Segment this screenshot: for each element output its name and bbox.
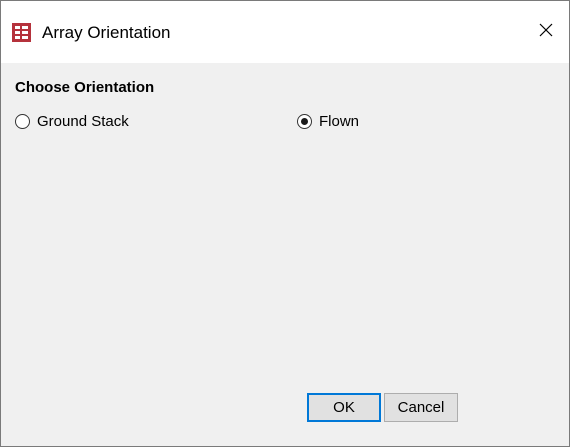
radio-label-flown[interactable]: Flown	[319, 113, 359, 130]
window-title: Array Orientation	[42, 23, 171, 42]
choose-orientation-label: Choose Orientation	[15, 79, 155, 96]
dialog-content: Choose Orientation Ground Stack Flown OK…	[1, 63, 569, 446]
radio-flown[interactable]: Flown	[297, 113, 359, 130]
app-window-icon	[12, 23, 31, 42]
title-bar: Array Orientation	[1, 1, 569, 63]
cancel-button[interactable]: Cancel	[384, 393, 458, 422]
array-orientation-dialog: Array Orientation Choose Orientation Gro…	[0, 0, 570, 447]
close-icon	[539, 23, 553, 42]
radio-ground-stack[interactable]: Ground Stack	[15, 113, 129, 130]
radio-circle-selected[interactable]	[297, 114, 312, 129]
close-button[interactable]	[523, 11, 569, 53]
radio-label-ground-stack[interactable]: Ground Stack	[37, 113, 129, 130]
radio-selected-dot	[301, 118, 308, 125]
ok-button[interactable]: OK	[307, 393, 381, 422]
radio-circle-unselected[interactable]	[15, 114, 30, 129]
